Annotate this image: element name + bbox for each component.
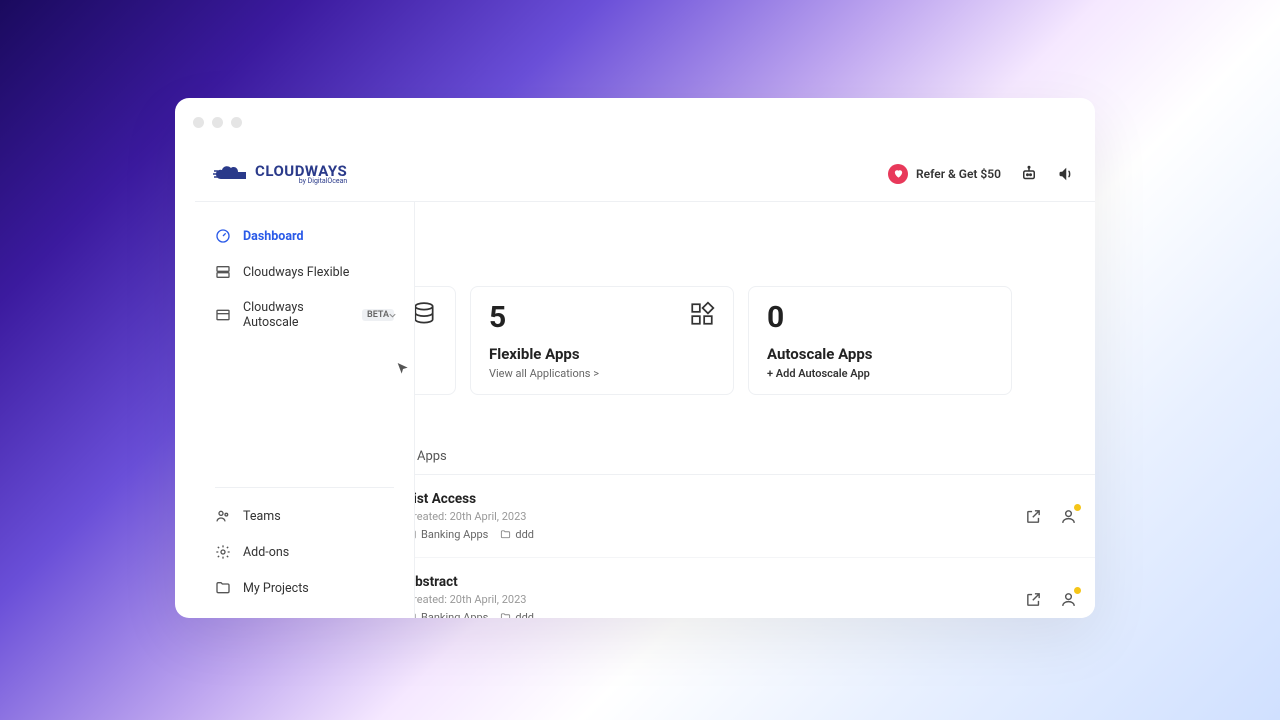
sidebar-separator [215, 487, 394, 488]
stat-link[interactable]: View all Applications > [489, 367, 715, 380]
gear-icon [215, 544, 231, 560]
app-tag-server: Banking Apps [406, 528, 488, 541]
scale-icon [215, 307, 231, 323]
app-title: List Access [406, 491, 1009, 507]
sidebar-item-label: My Projects [243, 581, 309, 596]
body: Dashboard Cloudways Flexible Cloudways A… [195, 202, 1095, 618]
sidebar: Dashboard Cloudways Flexible Cloudways A… [195, 202, 415, 618]
app-header: CLOUDWAYS by DigitalOcean Refer & Get $5… [195, 146, 1095, 202]
cursor-icon [395, 361, 409, 375]
stat-title: Flexible Apps [489, 345, 715, 363]
open-icon[interactable] [1025, 508, 1042, 525]
stat-link[interactable]: + Add Autoscale App [767, 367, 993, 380]
heart-icon [888, 164, 908, 184]
app-title: Abstract [406, 574, 1009, 590]
open-icon[interactable] [1025, 591, 1042, 608]
main-content: ander dways 0 ers > [330, 202, 1095, 618]
minimize-dot[interactable] [212, 117, 223, 128]
logo-mark-icon [213, 163, 249, 185]
stat-title: Autoscale Apps [767, 345, 993, 363]
sidebar-item-label: Cloudways Flexible [243, 265, 349, 280]
sidebar-item-autoscale[interactable]: Cloudways Autoscale BETA [195, 292, 414, 338]
refer-label: Refer & Get $50 [916, 167, 1001, 181]
close-dot[interactable] [193, 117, 204, 128]
title-bar [175, 98, 1095, 146]
sidebar-item-label: Dashboard [243, 229, 304, 244]
app-row[interactable]: List Access Created: 20th April, 2023 Ba… [356, 475, 1095, 558]
server-icon [215, 264, 231, 280]
apps-icon [689, 301, 715, 327]
tabs: Autoscale Apps [356, 449, 1095, 475]
greeting-subtitle: dways [356, 252, 1095, 266]
user-icon[interactable] [1060, 591, 1077, 608]
app-chrome: CLOUDWAYS by DigitalOcean Refer & Get $5… [195, 146, 1095, 618]
people-icon [215, 508, 231, 524]
app-tag-folder: ddd [500, 528, 534, 541]
announcement-icon[interactable] [1057, 164, 1077, 184]
stat-card-autoscale[interactable]: 0 Autoscale Apps + Add Autoscale App [748, 286, 1012, 395]
stat-count: 5 [489, 303, 715, 333]
app-created: Created: 20th April, 2023 [406, 510, 1009, 523]
header-actions: Refer & Get $50 [888, 164, 1077, 184]
folder-icon [215, 580, 231, 596]
app-created: Created: 20th April, 2023 [406, 593, 1009, 606]
chevron-down-icon [387, 310, 398, 321]
sidebar-item-projects[interactable]: My Projects [195, 572, 414, 604]
section-title: s [356, 417, 1095, 433]
user-icon[interactable] [1060, 508, 1077, 525]
stat-card-flexible[interactable]: 5 Flexible Apps View all Applications > [470, 286, 734, 395]
maximize-dot[interactable] [231, 117, 242, 128]
refer-button[interactable]: Refer & Get $50 [888, 164, 1001, 184]
traffic-lights [193, 117, 242, 128]
greeting-title: ander [356, 224, 1095, 248]
sidebar-item-label: Teams [243, 509, 281, 524]
gauge-icon [215, 228, 231, 244]
browser-window: CLOUDWAYS by DigitalOcean Refer & Get $5… [175, 98, 1095, 618]
sidebar-item-teams[interactable]: Teams [195, 500, 414, 532]
app-tag-folder: ddd [500, 611, 534, 618]
stat-cards: 0 ers > 5 Flexible Apps View all Applica… [356, 286, 1095, 395]
sidebar-item-dashboard[interactable]: Dashboard [195, 220, 414, 252]
sidebar-item-label: Add-ons [243, 545, 289, 560]
sidebar-item-label: Cloudways Autoscale [243, 300, 346, 330]
bot-icon[interactable] [1019, 164, 1039, 184]
app-tag-server: Banking Apps [406, 611, 488, 618]
stat-count: 0 [767, 303, 993, 333]
brand-logo[interactable]: CLOUDWAYS by DigitalOcean [213, 162, 347, 185]
app-row[interactable]: Abstract Created: 20th April, 2023 Banki… [356, 558, 1095, 618]
sidebar-item-addons[interactable]: Add-ons [195, 536, 414, 568]
sidebar-item-flexible[interactable]: Cloudways Flexible [195, 256, 414, 288]
